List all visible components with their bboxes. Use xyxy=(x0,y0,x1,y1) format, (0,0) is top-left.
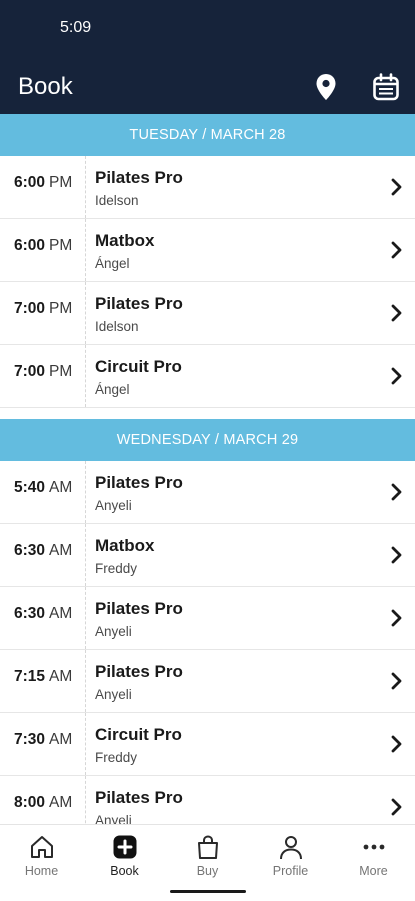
class-instructor: Ángel xyxy=(95,382,130,397)
shopping-bag-icon xyxy=(166,833,249,861)
class-time: 6:30 AM xyxy=(14,605,73,622)
class-time: 7:15 AM xyxy=(14,668,73,685)
class-instructor: Anyeli xyxy=(95,813,132,824)
class-row[interactable]: 8:00 AM Pilates Pro Anyeli xyxy=(0,776,415,824)
class-name: Pilates Pro xyxy=(95,599,183,618)
tab-buy[interactable]: Buy xyxy=(166,833,249,878)
class-time: 5:40 AM xyxy=(14,479,73,496)
class-row[interactable]: 7:15 AM Pilates Pro Anyeli xyxy=(0,650,415,713)
chevron-right-icon xyxy=(391,672,402,690)
app-header: Book xyxy=(0,60,415,114)
class-time: 6:30 AM xyxy=(14,542,73,559)
class-row[interactable]: 6:30 AM Pilates Pro Anyeli xyxy=(0,587,415,650)
tab-home[interactable]: Home xyxy=(0,833,83,878)
chevron-right-icon xyxy=(391,735,402,753)
class-name: Matbox xyxy=(95,536,155,555)
tab-label: Buy xyxy=(196,864,219,878)
book-plus-icon xyxy=(83,833,166,861)
class-instructor: Anyeli xyxy=(95,687,132,702)
status-bar: 5:09 xyxy=(0,0,415,60)
class-name: Circuit Pro xyxy=(95,357,182,376)
chevron-right-icon xyxy=(391,483,402,501)
profile-icon xyxy=(249,833,332,861)
section-gap xyxy=(0,408,415,419)
more-icon xyxy=(332,833,415,861)
class-row[interactable]: 6:00 PM Pilates Pro Idelson xyxy=(0,156,415,219)
class-time: 7:00 PM xyxy=(14,363,73,380)
tab-label: More xyxy=(359,864,388,878)
class-row[interactable]: 6:30 AM Matbox Freddy xyxy=(0,524,415,587)
class-instructor: Freddy xyxy=(95,561,138,576)
chevron-right-icon xyxy=(391,304,402,322)
class-time: 6:00 PM xyxy=(14,237,73,254)
class-time: 7:00 PM xyxy=(14,300,73,317)
class-instructor: Idelson xyxy=(95,193,139,208)
home-indicator xyxy=(170,890,246,893)
class-row[interactable]: 6:00 PM Matbox Ángel xyxy=(0,219,415,282)
class-name: Pilates Pro xyxy=(95,662,183,681)
location-pin-icon[interactable] xyxy=(309,70,343,104)
class-name: Pilates Pro xyxy=(95,168,183,187)
class-row[interactable]: 7:30 AM Circuit Pro Freddy xyxy=(0,713,415,776)
day-header: WEDNESDAY / MARCH 29 xyxy=(0,419,415,461)
class-name: Pilates Pro xyxy=(95,473,183,492)
class-instructor: Anyeli xyxy=(95,624,132,639)
class-schedule-list[interactable]: TUESDAY / MARCH 28 6:00 PM Pilates Pro Id… xyxy=(0,114,415,824)
class-row[interactable]: 7:00 PM Pilates Pro Idelson xyxy=(0,282,415,345)
class-time: 6:00 PM xyxy=(14,174,73,191)
chevron-right-icon xyxy=(391,798,402,816)
page-title: Book xyxy=(18,73,73,100)
tab-label: Profile xyxy=(272,864,309,878)
class-instructor: Ángel xyxy=(95,256,130,271)
calendar-icon[interactable] xyxy=(369,70,403,104)
status-time: 5:09 xyxy=(60,19,92,36)
tab-profile[interactable]: Profile xyxy=(249,833,332,878)
class-name: Pilates Pro xyxy=(95,788,183,807)
chevron-right-icon xyxy=(391,178,402,196)
tab-label: Book xyxy=(110,864,139,878)
home-icon xyxy=(0,833,83,861)
class-instructor: Freddy xyxy=(95,750,138,765)
class-time: 8:00 AM xyxy=(14,794,73,811)
class-name: Matbox xyxy=(95,231,155,250)
class-row[interactable]: 7:00 PM Circuit Pro Ángel xyxy=(0,345,415,408)
class-name: Circuit Pro xyxy=(95,725,182,744)
chevron-right-icon xyxy=(391,546,402,564)
chevron-right-icon xyxy=(391,241,402,259)
tab-book[interactable]: Book xyxy=(83,833,166,878)
chevron-right-icon xyxy=(391,367,402,385)
class-row[interactable]: 5:40 AM Pilates Pro Anyeli xyxy=(0,461,415,524)
class-instructor: Anyeli xyxy=(95,498,132,513)
tab-more[interactable]: More xyxy=(332,833,415,878)
day-header: TUESDAY / MARCH 28 xyxy=(0,114,415,156)
tab-label: Home xyxy=(24,864,59,878)
chevron-right-icon xyxy=(391,609,402,627)
class-time: 7:30 AM xyxy=(14,731,73,748)
class-name: Pilates Pro xyxy=(95,294,183,313)
class-instructor: Idelson xyxy=(95,319,139,334)
